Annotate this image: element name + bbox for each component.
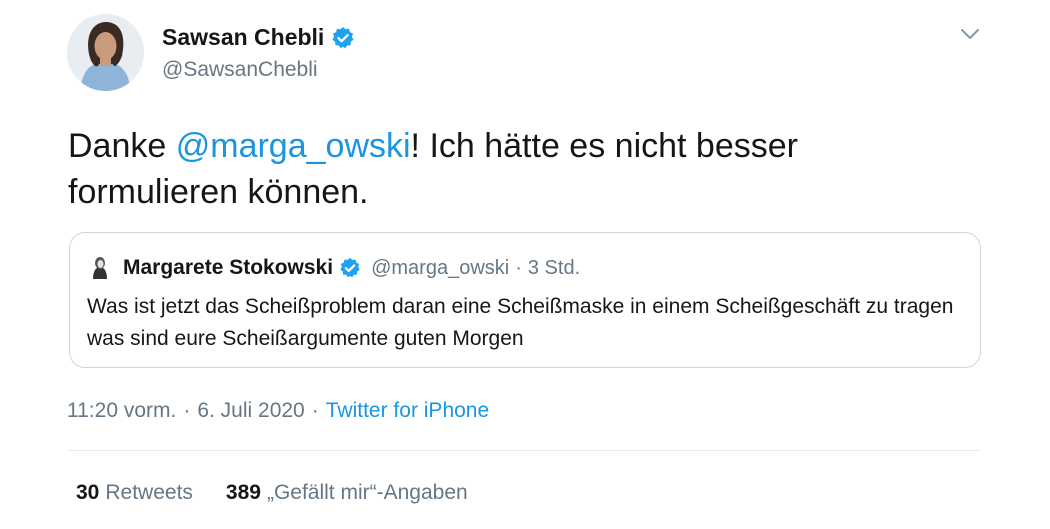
tweet-text: Danke @marga_owski! Ich hätte es nicht b… xyxy=(68,123,948,215)
divider xyxy=(67,450,981,451)
tweet-card: Sawsan Chebli @SawsanChebli Danke @marga… xyxy=(0,0,1050,529)
tweet-date[interactable]: 6. Juli 2020 xyxy=(197,399,304,423)
tweet-text-before: Danke xyxy=(68,127,176,165)
meta-separator: · xyxy=(311,399,319,422)
likes-count[interactable]: 389 xyxy=(226,481,261,505)
tweet-meta: 11:20 vorm. · 6. Juli 2020 · Twitter for… xyxy=(67,399,489,423)
tweet-mention-link[interactable]: @marga_owski xyxy=(176,127,411,165)
quoted-header: Margarete Stokowski @marga_owski · 3 Std… xyxy=(87,255,580,281)
chevron-down-icon[interactable] xyxy=(958,24,982,44)
quoted-display-name[interactable]: Margarete Stokowski xyxy=(123,256,333,280)
author-display-name[interactable]: Sawsan Chebli xyxy=(162,24,324,51)
quoted-tweet[interactable]: Margarete Stokowski @marga_owski · 3 Std… xyxy=(69,232,981,368)
author-handle[interactable]: @SawsanChebli xyxy=(162,58,318,82)
tweet-time[interactable]: 11:20 vorm. xyxy=(67,399,176,423)
author-avatar[interactable] xyxy=(67,14,144,91)
tweet-source-link[interactable]: Twitter for iPhone xyxy=(326,399,489,423)
quoted-author-avatar xyxy=(87,255,113,281)
likes-label[interactable]: „Gefällt mir“-Angaben xyxy=(267,481,468,505)
author-name-row: Sawsan Chebli xyxy=(162,24,355,51)
quoted-text: Was ist jetzt das Scheißproblem daran ei… xyxy=(87,295,954,350)
verified-badge-icon xyxy=(340,257,360,278)
retweets-label[interactable]: Retweets xyxy=(105,481,193,505)
tweet-stats: 30 Retweets 389 „Gefällt mir“-Angaben xyxy=(76,481,468,505)
quoted-handle[interactable]: @marga_owski xyxy=(371,257,509,280)
quoted-timestamp[interactable]: 3 Std. xyxy=(528,257,580,280)
retweets-count[interactable]: 30 xyxy=(76,481,99,505)
meta-separator: · xyxy=(183,399,191,422)
verified-badge-icon xyxy=(332,26,354,48)
quoted-separator: · xyxy=(515,256,522,279)
